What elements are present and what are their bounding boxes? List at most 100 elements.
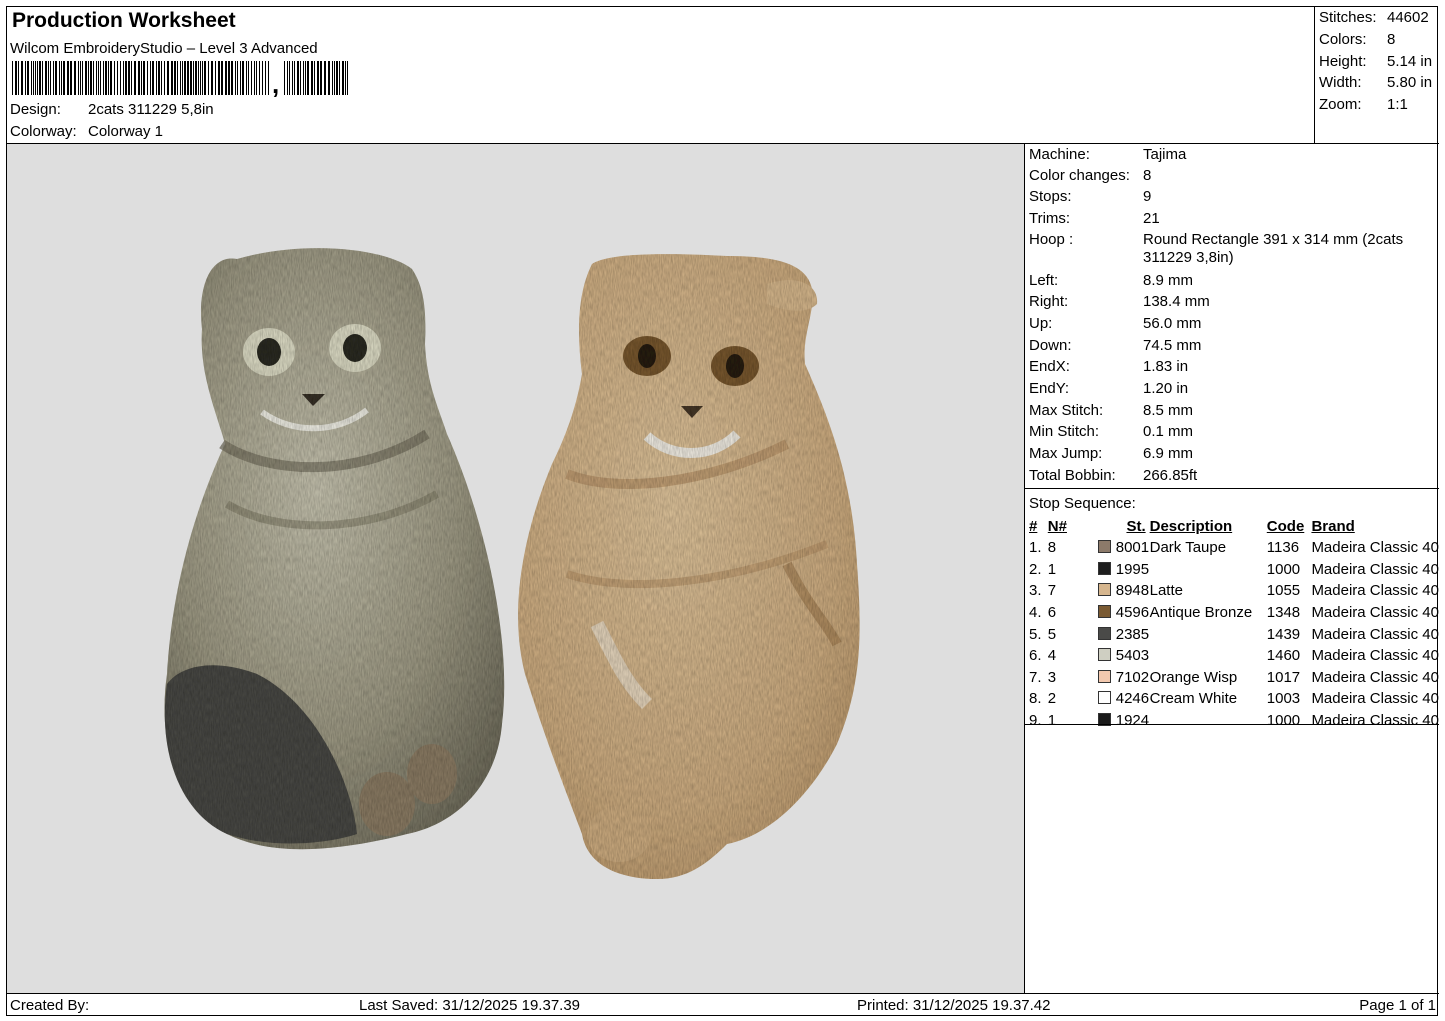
info-value: Tajima <box>1143 146 1187 163</box>
colorway-label: Colorway: <box>10 123 77 140</box>
color-swatch <box>1097 626 1111 640</box>
info-label: Machine: <box>1029 146 1090 163</box>
row-code: 1017 <box>1266 668 1301 686</box>
row-stitch: 8948 <box>1088 580 1150 602</box>
worksheet: Production Worksheet Wilcom EmbroiderySt… <box>6 6 1439 1016</box>
section-divider <box>1025 724 1439 725</box>
row-needle: 8 <box>1047 539 1057 557</box>
machine-info-panel: Stop Sequence: # N# St. Description Code… <box>1025 144 1439 993</box>
col-description: Description <box>1149 518 1233 535</box>
row-description <box>1150 645 1267 667</box>
row-index: 9. <box>1029 712 1042 730</box>
info-value: 56.0 mm <box>1143 315 1202 332</box>
info-label: EndY: <box>1029 380 1070 397</box>
row-description: Antique Bronze <box>1149 604 1253 622</box>
color-swatch <box>1097 561 1111 575</box>
stat-value: 5.14 in <box>1387 53 1433 70</box>
stat-value: 8 <box>1387 31 1396 48</box>
row-needle: 5 <box>1047 625 1057 643</box>
row-stitch: 2385 <box>1088 623 1150 645</box>
design-value: 2cats 311229 5,8in <box>88 101 214 118</box>
table-header-row: # N# St. Description Code Brand <box>1029 516 1439 537</box>
table-row: 4. 6 4596 Antique Bronze 1348 Madeira Classic… <box>1029 602 1439 624</box>
stitch-code: 7102 <box>1115 668 1150 686</box>
info-value: 6.9 mm <box>1143 445 1194 462</box>
info-value: 8.5 mm <box>1143 402 1194 419</box>
row-code: 1000 <box>1266 560 1301 578</box>
row-index: 4. <box>1029 604 1042 622</box>
printed-date: Printed: 31/12/2025 19.37.42 <box>857 997 1051 1014</box>
info-label: Hoop : <box>1029 231 1074 248</box>
stitch-code: 1995 <box>1115 560 1150 578</box>
row-needle: 4 <box>1047 647 1057 665</box>
stitch-code: 1924 <box>1115 712 1150 730</box>
row-brand: Madeira Classic 40 <box>1311 582 1439 600</box>
tan-cat-figure <box>518 254 860 880</box>
row-brand: Madeira Classic 40 <box>1311 647 1439 665</box>
row-description: Latte <box>1149 582 1183 600</box>
row-needle: 3 <box>1047 668 1057 686</box>
stat-zoom: Zoom: 1:1 <box>1319 96 1408 113</box>
info-value: 9 <box>1143 188 1152 205</box>
info-value: 8 <box>1143 167 1152 184</box>
section-divider <box>1025 488 1439 489</box>
row-stitch: 5403 <box>1088 645 1150 667</box>
table-row: 3. 7 8948 Latte 1055 Madeira Classic 40 <box>1029 580 1439 602</box>
row-index: 7. <box>1029 668 1042 686</box>
table-row: 8. 2 4246 Cream White 1003 Madeira Classic 40 <box>1029 688 1439 710</box>
info-value: 74.5 mm <box>1143 337 1202 354</box>
color-swatch <box>1097 691 1111 705</box>
stat-label: Stitches: <box>1319 9 1377 26</box>
row-brand: Madeira Classic 40 <box>1311 690 1439 708</box>
row-brand: Madeira Classic 40 <box>1311 604 1439 622</box>
info-value: Round Rectangle 391 x 314 mm (2cats 3112… <box>1143 231 1404 266</box>
row-stitch: 1995 <box>1088 559 1150 581</box>
info-label: Up: <box>1029 315 1053 332</box>
stat-label: Height: <box>1319 53 1367 70</box>
row-needle: 7 <box>1047 582 1057 600</box>
row-needle: 2 <box>1047 690 1057 708</box>
page-title: Production Worksheet <box>12 9 236 32</box>
table-row: 5. 5 2385 1439 Madeira Classic 40 <box>1029 623 1439 645</box>
col-index: # <box>1029 518 1038 535</box>
info-label: Total Bobbin: <box>1029 467 1116 484</box>
row-stitch: 4246 <box>1088 688 1150 710</box>
table-row: 9. 1 1924 1000 Madeira Classic 40 <box>1029 710 1439 732</box>
colorway-value: Colorway 1 <box>88 123 164 140</box>
info-value: 138.4 mm <box>1143 293 1210 310</box>
row-code: 1000 <box>1266 712 1301 730</box>
col-needle: N# <box>1047 518 1067 535</box>
row-code: 1055 <box>1266 582 1301 600</box>
stat-label: Zoom: <box>1319 96 1362 113</box>
stitch-code: 5403 <box>1115 647 1150 665</box>
stitch-code: 8001 <box>1115 539 1150 557</box>
info-label: EndX: <box>1029 358 1070 375</box>
row-index: 8. <box>1029 690 1042 708</box>
row-index: 5. <box>1029 625 1042 643</box>
row-brand: Madeira Classic 40 <box>1311 560 1439 578</box>
info-value: 266.85ft <box>1143 467 1198 484</box>
last-saved: Last Saved: 31/12/2025 19.37.39 <box>359 997 581 1014</box>
row-code: 1460 <box>1266 647 1301 665</box>
info-value: 8.9 mm <box>1143 272 1194 289</box>
info-label: Max Stitch: <box>1029 402 1104 419</box>
info-label: Stops: <box>1029 188 1072 205</box>
row-needle: 6 <box>1047 604 1057 622</box>
info-value: 1.20 in <box>1143 380 1189 397</box>
table-row: 1. 8 8001 Dark Taupe 1136 Madeira Classic 40 <box>1029 537 1439 559</box>
col-code: Code <box>1266 518 1305 535</box>
row-needle: 1 <box>1047 712 1057 730</box>
color-swatch <box>1097 648 1111 662</box>
row-description <box>1150 623 1267 645</box>
col-stitch: St. <box>1126 518 1146 535</box>
table-row: 7. 3 7102 Orange Wisp 1017 Madeira Classic 40 <box>1029 667 1439 689</box>
design-label: Design: <box>10 101 61 118</box>
row-brand: Madeira Classic 40 <box>1311 539 1439 557</box>
info-value: 0.1 mm <box>1143 423 1194 440</box>
color-swatch <box>1097 605 1111 619</box>
barcode <box>12 61 348 95</box>
row-description: Cream White <box>1149 690 1238 708</box>
color-swatch <box>1097 583 1111 597</box>
row-description: Dark Taupe <box>1149 539 1227 557</box>
row-description <box>1150 559 1267 581</box>
